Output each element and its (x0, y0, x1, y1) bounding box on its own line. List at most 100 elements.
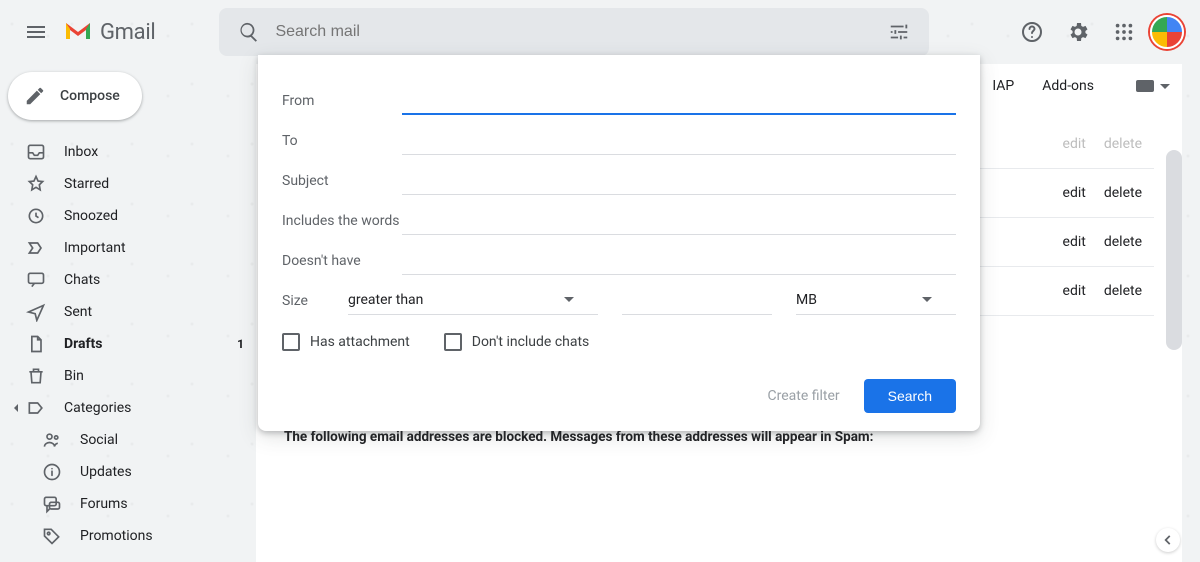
help-icon (1020, 20, 1044, 44)
sidebar-item-label: Important (64, 240, 244, 256)
search-input[interactable] (269, 23, 879, 41)
has-attachment-checkbox[interactable]: Has attachment (282, 333, 410, 351)
filter-edit-link[interactable]: edit (1063, 234, 1086, 250)
adv-subject-input[interactable] (402, 165, 956, 195)
filter-edit-link[interactable]: edit (1063, 136, 1086, 152)
compose-label: Compose (60, 88, 120, 104)
trash-icon (26, 366, 46, 386)
drafts-count: 1 (237, 337, 244, 351)
sidebar-item-label: Categories (64, 400, 244, 416)
filter-delete-link[interactable]: delete (1104, 185, 1142, 201)
clock-icon (26, 206, 46, 226)
create-filter-button[interactable]: Create filter (767, 388, 839, 404)
tune-icon (888, 21, 910, 43)
filter-delete-link[interactable]: delete (1104, 283, 1142, 299)
sidebar-item-forums[interactable]: Forums (0, 488, 256, 520)
tab-imap[interactable]: IAP (978, 68, 1028, 104)
search-bar (219, 8, 929, 56)
sidebar: Compose Inbox Starred Snoozed Important … (0, 64, 256, 562)
dont-include-chats-checkbox[interactable]: Don't include chats (444, 333, 590, 351)
sidebar-item-social[interactable]: Social (0, 424, 256, 456)
sidebar-item-label: Forums (80, 496, 244, 512)
adv-size-label: Size (282, 293, 348, 315)
gmail-brand[interactable]: Gmail (64, 20, 155, 45)
account-avatar[interactable] (1150, 15, 1184, 49)
chevron-down-icon (564, 297, 574, 307)
checkbox-icon (444, 333, 462, 351)
has-attachment-label: Has attachment (310, 334, 410, 350)
sidebar-item-label: Bin (64, 368, 244, 384)
filter-edit-link[interactable]: edit (1063, 283, 1086, 299)
compose-icon (24, 85, 46, 107)
tab-addons[interactable]: Add-ons (1028, 68, 1108, 104)
adv-actions: Create filter Search (282, 379, 956, 413)
side-panel-toggle[interactable] (1156, 528, 1180, 552)
adv-subject-label: Subject (282, 173, 402, 195)
settings-button[interactable] (1058, 12, 1098, 52)
sidebar-item-sent[interactable]: Sent (0, 296, 256, 328)
chevron-left-icon (1161, 533, 1175, 547)
drafts-icon (26, 334, 46, 354)
sidebar-item-label: Inbox (64, 144, 244, 160)
adv-from-input[interactable] (402, 85, 956, 115)
sent-icon (26, 302, 46, 322)
info-icon (42, 462, 62, 482)
input-tool-button[interactable] (1136, 79, 1170, 94)
keyboard-icon (1136, 80, 1154, 92)
adv-from-label: From (282, 93, 402, 115)
support-button[interactable] (1012, 12, 1052, 52)
gear-icon (1066, 20, 1090, 44)
forum-icon (42, 494, 62, 514)
sidebar-item-inbox[interactable]: Inbox (0, 136, 256, 168)
search-button[interactable] (229, 12, 269, 52)
sidebar-item-drafts[interactable]: Drafts 1 (0, 328, 256, 360)
search-options-button[interactable] (879, 12, 919, 52)
apps-icon (1113, 21, 1135, 43)
adv-size-unit-select[interactable]: MB (796, 285, 956, 315)
header-right (1012, 12, 1184, 52)
checkbox-icon (282, 333, 300, 351)
star-icon (26, 174, 46, 194)
scrollbar[interactable] (1166, 150, 1182, 350)
apps-button[interactable] (1104, 12, 1144, 52)
adv-size-value-input[interactable] (622, 285, 772, 315)
gmail-logo-icon (64, 21, 92, 43)
sidebar-item-label: Chats (64, 272, 244, 288)
sidebar-item-bin[interactable]: Bin (0, 360, 256, 392)
adv-size-unit-value: MB (796, 292, 817, 308)
sidebar-item-important[interactable]: Important (0, 232, 256, 264)
people-icon (42, 430, 62, 450)
adv-size-operator-select[interactable]: greater than (348, 285, 598, 315)
sidebar-item-label: Updates (80, 464, 244, 480)
brand-name: Gmail (100, 20, 155, 45)
adv-doesnt-label: Doesn't have (282, 253, 402, 275)
compose-button[interactable]: Compose (8, 72, 142, 120)
sidebar-item-chats[interactable]: Chats (0, 264, 256, 296)
sidebar-item-categories[interactable]: Categories (0, 392, 256, 424)
adv-doesnt-input[interactable] (402, 245, 956, 275)
chevron-down-icon (1160, 84, 1170, 94)
filter-edit-link[interactable]: edit (1063, 185, 1086, 201)
label-icon (26, 398, 46, 418)
adv-checkboxes: Has attachment Don't include chats (282, 333, 956, 351)
advanced-search-panel: From To Subject Includes the words Doesn… (258, 55, 980, 431)
adv-size-operator-value: greater than (348, 292, 423, 308)
adv-to-input[interactable] (402, 125, 956, 155)
adv-includes-input[interactable] (402, 205, 956, 235)
sidebar-item-snoozed[interactable]: Snoozed (0, 200, 256, 232)
filter-delete-link[interactable]: delete (1104, 234, 1142, 250)
main-menu-button[interactable] (16, 12, 56, 52)
hamburger-icon (24, 20, 48, 44)
filter-delete-link[interactable]: delete (1104, 136, 1142, 152)
adv-to-label: To (282, 133, 402, 155)
sidebar-item-promotions[interactable]: Promotions (0, 520, 256, 552)
search-button[interactable]: Search (864, 379, 956, 413)
adv-includes-label: Includes the words (282, 213, 402, 235)
tag-icon (42, 526, 62, 546)
sidebar-item-starred[interactable]: Starred (0, 168, 256, 200)
inbox-icon (26, 142, 46, 162)
sidebar-item-label: Snoozed (64, 208, 244, 224)
sidebar-item-updates[interactable]: Updates (0, 456, 256, 488)
sidebar-item-label: Sent (64, 304, 244, 320)
sidebar-item-label: Drafts (64, 336, 219, 352)
